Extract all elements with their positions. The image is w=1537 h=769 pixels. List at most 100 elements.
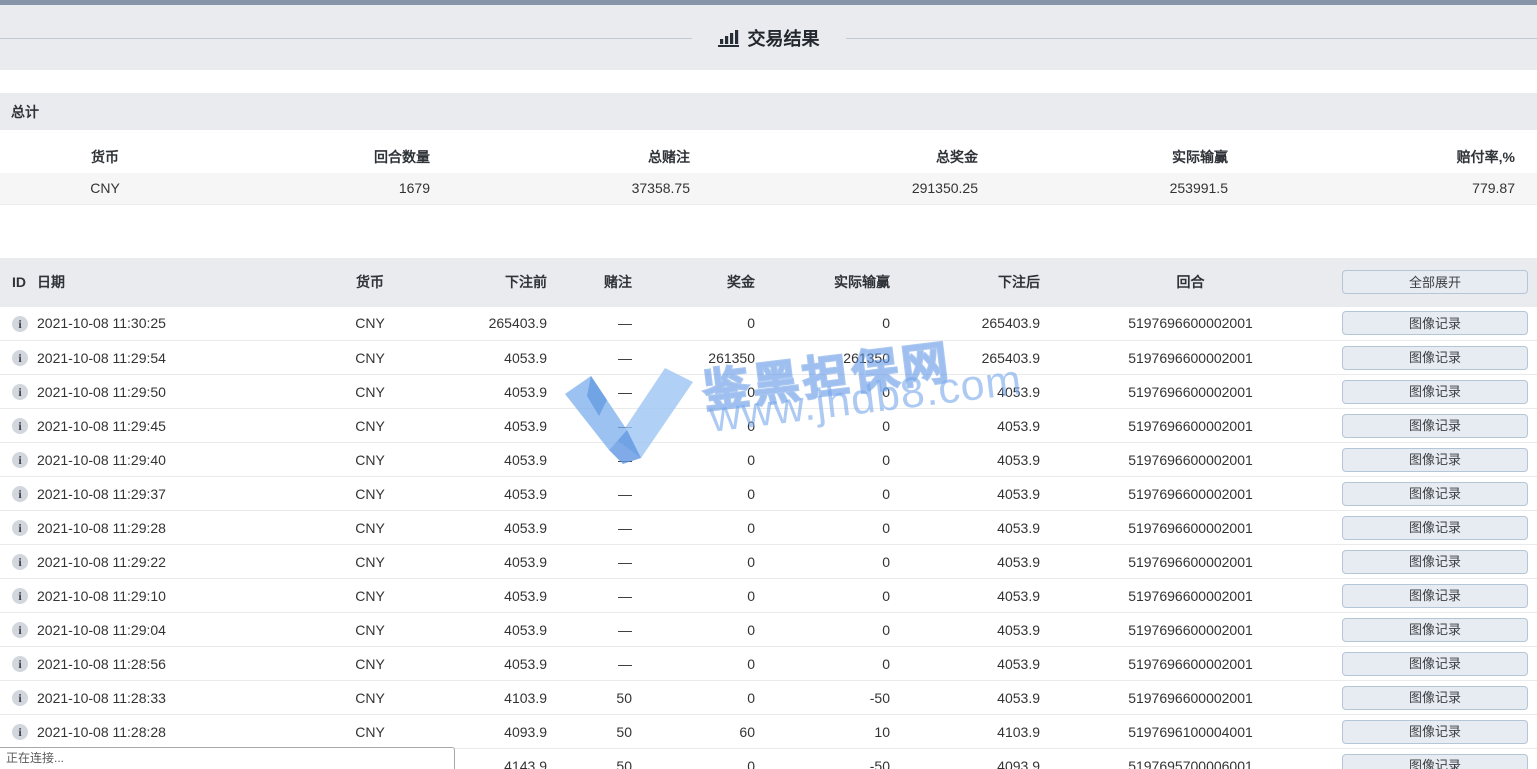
row-actions-cell: 图像记录 [1333,511,1537,545]
row-after: 4053.9 [898,409,1048,443]
summary-total-bet-value: 37358.75 [438,173,698,204]
row-date: 2021-10-08 11:29:40 [30,443,310,477]
row-prize: 60 [640,715,763,749]
row-winloss: 0 [763,477,898,511]
image-record-button[interactable]: 图像记录 [1342,686,1528,710]
row-after: 4053.9 [898,511,1048,545]
row-date: 2021-10-08 11:28:56 [30,647,310,681]
info-icon[interactable]: i [12,520,28,536]
results-header-row: ID 日期 货币 下注前 赌注 奖金 实际输赢 下注后 回合 全部展开 [0,258,1537,307]
row-before: 4053.9 [430,341,555,375]
col-header-bet: 赌注 [555,258,640,307]
row-id-cell: i [0,647,30,681]
col-header-after: 下注后 [898,258,1048,307]
expand-all-button[interactable]: 全部展开 [1342,270,1528,294]
info-icon[interactable]: i [12,350,28,366]
summary-winloss-value: 253991.5 [986,173,1236,204]
row-before: 4103.9 [430,681,555,715]
info-icon[interactable]: i [12,588,28,604]
summary-table: 货币 回合数量 总赌注 总奖金 实际输赢 赔付率,% CNY 1679 3735… [0,140,1537,205]
row-after: 4053.9 [898,647,1048,681]
row-round: 5197696600002001 [1048,511,1333,545]
summary-col-rounds: 回合数量 [210,140,438,173]
row-winloss: 0 [763,443,898,477]
row-round: 5197696600002001 [1048,579,1333,613]
info-icon[interactable]: i [12,486,28,502]
row-prize: 0 [640,545,763,579]
row-bet: — [555,647,640,681]
info-icon[interactable]: i [12,418,28,434]
row-date: 2021-10-08 11:30:25 [30,307,310,341]
row-before: 4053.9 [430,647,555,681]
row-id-cell: i [0,545,30,579]
image-record-button[interactable]: 图像记录 [1342,516,1528,540]
info-icon[interactable]: i [12,724,28,740]
row-winloss: 0 [763,375,898,409]
image-record-button[interactable]: 图像记录 [1342,482,1528,506]
row-before: 4053.9 [430,613,555,647]
row-prize: 0 [640,647,763,681]
info-icon[interactable]: i [12,690,28,706]
image-record-button[interactable]: 图像记录 [1342,414,1528,438]
row-winloss: 261350 [763,341,898,375]
row-bet: 50 [555,681,640,715]
col-header-round: 回合 [1048,258,1333,307]
image-record-button[interactable]: 图像记录 [1342,754,1528,769]
row-before: 4053.9 [430,545,555,579]
image-record-button[interactable]: 图像记录 [1342,346,1528,370]
results-tbody: i 2021-10-08 11:30:25 CNY 265403.9 — 0 0… [0,307,1537,769]
summary-section-header: 总计 [0,93,1537,130]
row-currency: CNY [310,545,430,579]
row-currency: CNY [310,511,430,545]
table-row: i 2021-10-08 11:28:33 CNY 4103.9 50 0 -5… [0,681,1537,715]
row-before: 4053.9 [430,375,555,409]
row-after: 4053.9 [898,443,1048,477]
col-header-prize: 奖金 [640,258,763,307]
summary-col-winloss: 实际输赢 [986,140,1236,173]
row-winloss: 0 [763,613,898,647]
row-bet: — [555,613,640,647]
row-after: 4053.9 [898,613,1048,647]
row-actions-cell: 图像记录 [1333,375,1537,409]
image-record-button[interactable]: 图像记录 [1342,618,1528,642]
image-record-button[interactable]: 图像记录 [1342,652,1528,676]
row-id-cell: i [0,375,30,409]
info-icon[interactable]: i [12,316,28,332]
summary-header-row: 货币 回合数量 总赌注 总奖金 实际输赢 赔付率,% [0,140,1537,173]
table-row: i 2021-10-08 11:29:28 CNY 4053.9 — 0 0 4… [0,511,1537,545]
col-header-actions: 全部展开 [1333,258,1537,307]
row-before: 265403.9 [430,307,555,341]
row-winloss: 0 [763,647,898,681]
row-date: 2021-10-08 11:29:54 [30,341,310,375]
info-icon[interactable]: i [12,384,28,400]
row-prize: 0 [640,375,763,409]
info-icon[interactable]: i [12,622,28,638]
row-date: 2021-10-08 11:29:22 [30,545,310,579]
table-row: i 2021-10-08 11:29:37 CNY 4053.9 — 0 0 4… [0,477,1537,511]
info-icon[interactable]: i [12,656,28,672]
row-winloss: 0 [763,579,898,613]
row-round: 5197696600002001 [1048,409,1333,443]
row-date: 2021-10-08 11:29:50 [30,375,310,409]
row-winloss: -50 [763,681,898,715]
table-row: i 2021-10-08 11:29:45 CNY 4053.9 — 0 0 4… [0,409,1537,443]
row-actions-cell: 图像记录 [1333,545,1537,579]
connection-status-text: 正在连接... [6,751,64,765]
info-icon[interactable]: i [12,452,28,468]
image-record-button[interactable]: 图像记录 [1342,448,1528,472]
image-record-button[interactable]: 图像记录 [1342,720,1528,744]
row-winloss: 0 [763,545,898,579]
info-icon[interactable]: i [12,554,28,570]
table-row: i 2021-10-08 11:28:56 CNY 4053.9 — 0 0 4… [0,647,1537,681]
image-record-button[interactable]: 图像记录 [1342,550,1528,574]
image-record-button[interactable]: 图像记录 [1342,584,1528,608]
row-actions-cell: 图像记录 [1333,647,1537,681]
row-date: 2021-10-08 11:29:04 [30,613,310,647]
image-record-button[interactable]: 图像记录 [1342,311,1528,335]
image-record-button[interactable]: 图像记录 [1342,380,1528,404]
row-currency: CNY [310,613,430,647]
row-actions-cell: 图像记录 [1333,307,1537,341]
row-id-cell: i [0,681,30,715]
summary-total-prize-value: 291350.25 [698,173,986,204]
table-row: i 2021-10-08 11:29:10 CNY 4053.9 — 0 0 4… [0,579,1537,613]
